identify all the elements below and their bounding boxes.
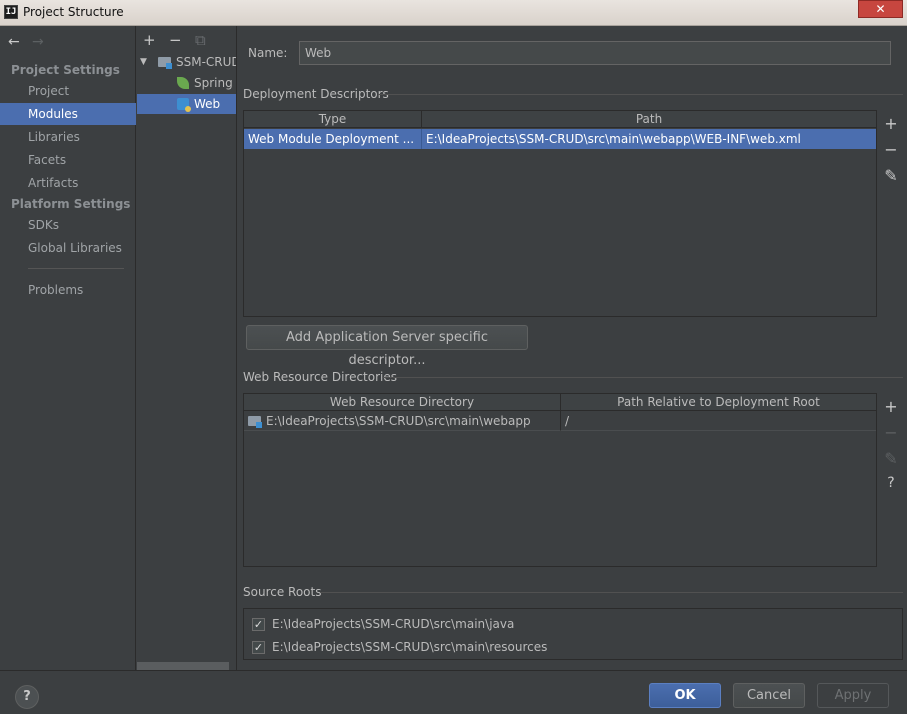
nav-item-facets[interactable]: Facets (0, 149, 136, 171)
tree-horizontal-scrollbar[interactable] (137, 662, 229, 670)
deployment-descriptors-table[interactable]: Type Path Web Module Deployment ... E:\I… (243, 110, 877, 317)
tree-module-label: SSM-CRUD (176, 55, 237, 69)
nav-history-arrows: ← → (8, 34, 56, 50)
web-resource-directories-table[interactable]: Web Resource Directory Path Relative to … (243, 393, 877, 567)
nav-item-libraries[interactable]: Libraries (0, 126, 136, 148)
nav-item-sdks[interactable]: SDKs (0, 214, 136, 236)
add-server-descriptor-button[interactable]: Add Application Server specific descript… (246, 325, 528, 368)
remove-icon[interactable]: − (169, 31, 195, 49)
deployment-descriptors-title: Deployment Descriptors (243, 87, 389, 101)
remove-directory-icon[interactable]: − (881, 423, 901, 442)
nav-item-artifacts[interactable]: Artifacts (0, 172, 136, 194)
dialog-footer: ? OK Cancel Apply (0, 670, 907, 714)
add-directory-icon[interactable]: + (881, 397, 901, 416)
column-header-type[interactable]: Type (244, 111, 422, 128)
tree-facet-spring[interactable]: Spring (137, 73, 236, 93)
back-arrow-icon[interactable]: ← (8, 34, 32, 50)
help-button[interactable]: ? (15, 685, 39, 709)
tree-facet-label: Spring (194, 76, 233, 90)
source-root-checkbox[interactable]: ✓ (252, 641, 265, 654)
module-folder-icon (158, 57, 172, 69)
edit-directory-icon[interactable]: ✎ (881, 449, 901, 468)
source-root-path: E:\IdeaProjects\SSM-CRUD\src\main\resour… (272, 640, 548, 654)
nav-item-global-libraries[interactable]: Global Libraries (0, 237, 136, 259)
name-field[interactable]: Web (299, 41, 891, 65)
window-titlebar: IJ Project Structure ✕ (0, 0, 907, 26)
source-roots-list: ✓ E:\IdeaProjects\SSM-CRUD\src\main\java… (243, 608, 903, 660)
group-divider (383, 377, 903, 378)
relative-path-cell: / (561, 411, 876, 431)
path-cell: E:\IdeaProjects\SSM-CRUD\src\main\webapp… (426, 132, 801, 146)
help-directory-icon[interactable]: ? (881, 475, 901, 491)
add-icon[interactable]: + (143, 31, 169, 49)
tree-toolbar: + − ⧉ (143, 31, 221, 49)
group-divider (378, 94, 903, 95)
directory-cell: E:\IdeaProjects\SSM-CRUD\src\main\webapp (244, 411, 561, 431)
expand-triangle-icon[interactable]: ▼ (140, 52, 147, 72)
table-row[interactable]: Web Module Deployment ... E:\IdeaProject… (244, 129, 876, 149)
table-header: Type Path (244, 111, 876, 128)
tree-facet-label: Web (194, 97, 221, 111)
list-item[interactable]: ✓ E:\IdeaProjects\SSM-CRUD\src\main\reso… (252, 639, 892, 657)
nav-item-modules[interactable]: Modules (0, 103, 136, 125)
web-folder-icon (248, 416, 262, 428)
tree-module-row[interactable]: ▼ SSM-CRUD (137, 52, 237, 72)
source-root-path: E:\IdeaProjects\SSM-CRUD\src\main\java (272, 617, 515, 631)
remove-descriptor-icon[interactable]: − (881, 140, 901, 159)
copy-icon[interactable]: ⧉ (195, 31, 221, 49)
edit-descriptor-icon[interactable]: ✎ (881, 166, 901, 185)
forward-arrow-icon[interactable]: → (32, 34, 56, 50)
group-divider (320, 592, 903, 593)
close-window-button[interactable]: ✕ (858, 0, 903, 18)
tree-facet-web[interactable]: Web (137, 94, 236, 114)
close-icon: ✕ (875, 2, 886, 16)
intellij-app-icon: IJ (4, 5, 18, 19)
window-title: Project Structure (23, 5, 124, 19)
source-roots-title: Source Roots (243, 585, 322, 599)
column-header-directory[interactable]: Web Resource Directory (244, 394, 561, 411)
apply-button[interactable]: Apply (817, 683, 889, 708)
column-header-path[interactable]: Path (422, 111, 876, 128)
directory-path: E:\IdeaProjects\SSM-CRUD\src\main\webapp (266, 414, 531, 428)
table-header: Web Resource Directory Path Relative to … (244, 394, 876, 411)
name-label: Name: (248, 46, 288, 60)
source-root-checkbox[interactable]: ✓ (252, 618, 265, 631)
nav-item-problems[interactable]: Problems (0, 279, 136, 301)
ok-button[interactable]: OK (649, 683, 721, 708)
settings-nav-pane: ← → Project Settings Project Modules Libr… (0, 26, 136, 670)
nav-divider (28, 268, 124, 269)
type-cell: Web Module Deployment ... (244, 129, 422, 149)
web-facet-icon (177, 98, 191, 112)
spring-leaf-icon (177, 77, 189, 89)
platform-settings-header: Platform Settings (11, 197, 131, 211)
web-resource-directories-title: Web Resource Directories (243, 370, 397, 384)
table-row[interactable]: E:\IdeaProjects\SSM-CRUD\src\main\webapp… (244, 411, 876, 431)
column-header-relative-path[interactable]: Path Relative to Deployment Root (561, 394, 876, 411)
nav-item-project[interactable]: Project (0, 80, 136, 102)
add-descriptor-icon[interactable]: + (881, 114, 901, 133)
project-settings-header: Project Settings (11, 63, 120, 77)
list-item[interactable]: ✓ E:\IdeaProjects\SSM-CRUD\src\main\java (252, 616, 892, 634)
cancel-button[interactable]: Cancel (733, 683, 805, 708)
module-tree-pane: + − ⧉ ▼ SSM-CRUD Spring Web (137, 26, 237, 670)
web-facet-editor: Name: Web Deployment Descriptors Type Pa… (238, 26, 907, 670)
